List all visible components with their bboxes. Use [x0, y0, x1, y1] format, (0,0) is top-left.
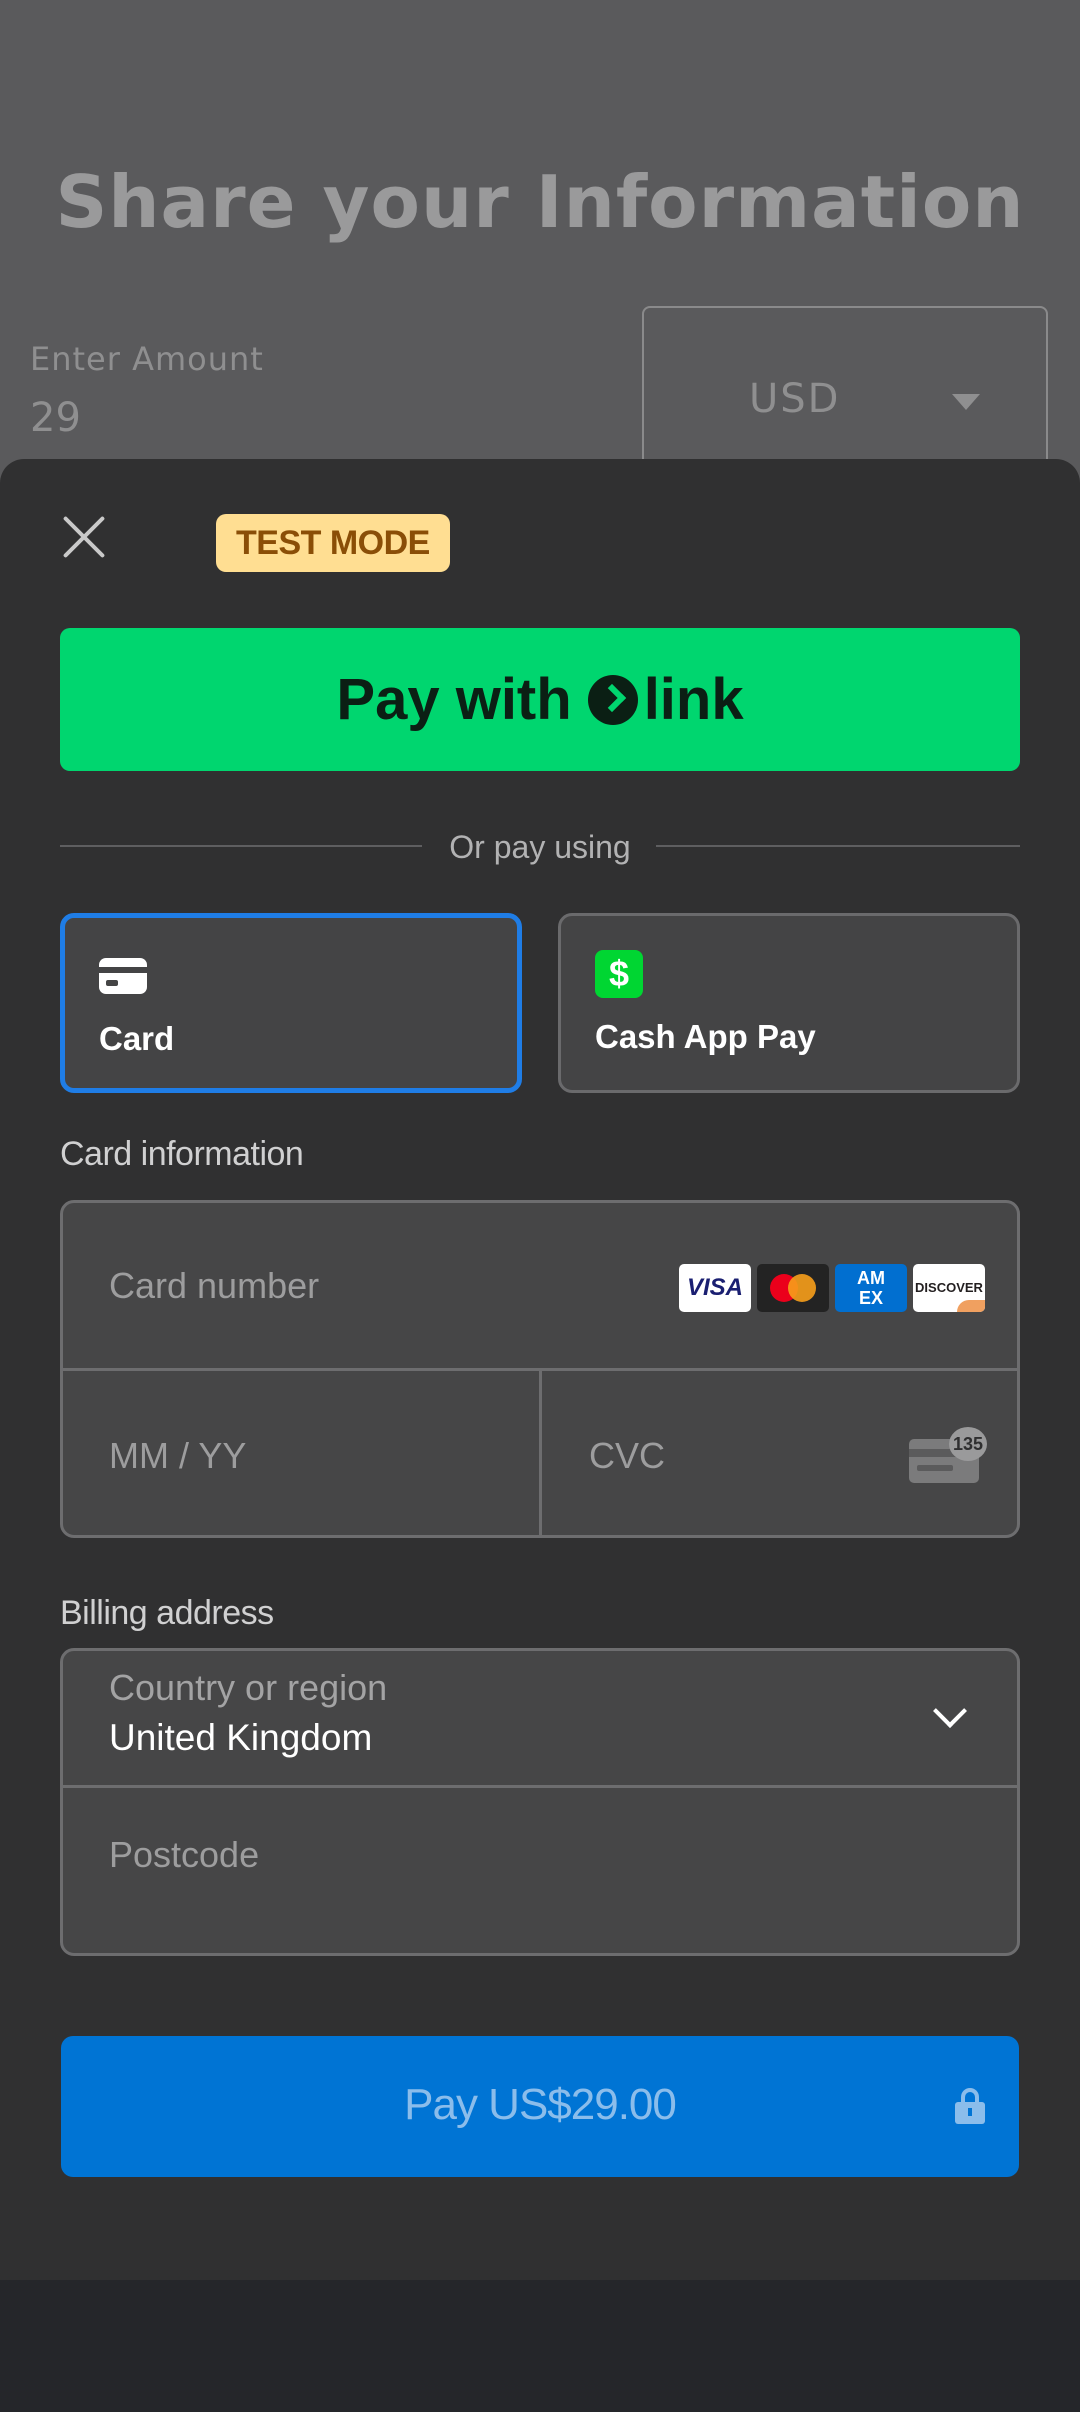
- amount-label: Enter Amount: [30, 340, 264, 378]
- close-button[interactable]: [58, 511, 110, 563]
- postcode-placeholder: Postcode: [109, 1834, 260, 1875]
- payment-method-card[interactable]: Card: [60, 913, 522, 1093]
- amex-icon: AM EX: [835, 1264, 907, 1312]
- expiry-input[interactable]: MM / YY: [109, 1435, 246, 1477]
- lock-icon: [955, 2088, 985, 2124]
- country-select[interactable]: Country or region United Kingdom: [63, 1651, 1017, 1785]
- field-divider: [539, 1371, 542, 1535]
- cash-app-icon: $: [595, 950, 643, 998]
- pay-button-label: Pay US$29.00: [404, 2080, 677, 2129]
- link-brand-text: link: [643, 667, 744, 732]
- system-navigation-bar: [0, 2280, 1080, 2412]
- link-button-prefix: Pay with: [336, 667, 572, 732]
- card-information-label: Card information: [60, 1135, 304, 1173]
- payment-method-label: Cash App Pay: [595, 1018, 816, 1055]
- card-icon: [99, 958, 147, 994]
- country-value: United Kingdom: [109, 1717, 373, 1758]
- or-pay-using-divider: Or pay using: [60, 821, 1020, 871]
- pay-with-link-button[interactable]: Pay with link: [60, 628, 1020, 771]
- test-mode-badge: TEST MODE: [216, 514, 450, 572]
- postcode-input[interactable]: Postcode: [63, 1788, 1017, 1953]
- cvc-hint-number: 135: [949, 1427, 987, 1461]
- cvc-hint-icon: 135: [909, 1427, 987, 1483]
- card-information-fields: Card number VISA AM EX DISCOVER MM / YY C…: [60, 1200, 1020, 1538]
- discover-icon: DISCOVER: [913, 1264, 985, 1312]
- divider-line-right: [656, 845, 1020, 847]
- page-title: Share your Information: [55, 160, 1025, 244]
- amount-input[interactable]: 29: [30, 395, 81, 441]
- billing-address-label: Billing address: [60, 1594, 274, 1632]
- payment-method-label: Card: [99, 1020, 175, 1057]
- currency-value: USD: [749, 376, 841, 422]
- payment-sheet: TEST MODE Pay with link Or pay using Car…: [0, 459, 1080, 2280]
- visa-icon: VISA: [679, 1264, 751, 1312]
- cvc-input[interactable]: CVC: [589, 1435, 665, 1477]
- chevron-down-icon: [933, 1694, 967, 1728]
- mastercard-icon: [757, 1264, 829, 1312]
- divider-text: Or pay using: [449, 829, 631, 865]
- link-logo-icon: [587, 674, 638, 725]
- pay-button[interactable]: Pay US$29.00: [61, 2036, 1019, 2177]
- currency-select[interactable]: USD: [642, 306, 1048, 476]
- billing-address-fields: Country or region United Kingdom Postcod…: [60, 1648, 1020, 1956]
- country-label: Country or region: [109, 1667, 388, 1708]
- card-number-input[interactable]: Card number: [109, 1265, 319, 1307]
- caret-down-icon: [952, 394, 980, 410]
- payment-method-cash-app[interactable]: $ Cash App Pay: [558, 913, 1020, 1093]
